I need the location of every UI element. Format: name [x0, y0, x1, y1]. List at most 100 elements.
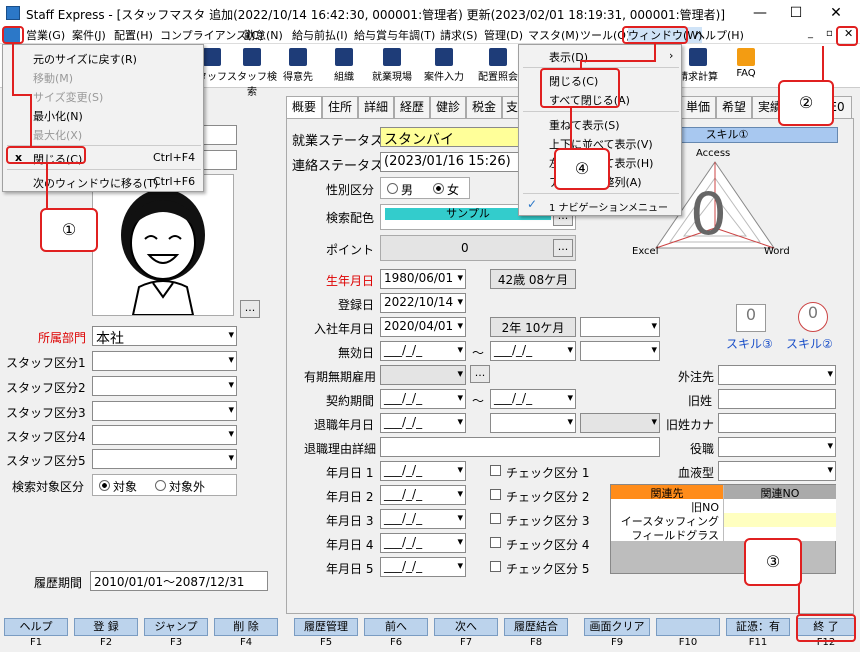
- menu-jobs[interactable]: 案件(J): [72, 27, 106, 43]
- join-extra-select[interactable]: [580, 317, 660, 337]
- menu-billing[interactable]: 請求(S): [440, 27, 478, 43]
- invalid-to-field[interactable]: ___/_/_: [490, 341, 576, 361]
- dept-select[interactable]: 本社: [92, 326, 237, 346]
- menu-master[interactable]: マスタ(M): [528, 27, 579, 43]
- check2-checkbox[interactable]: [490, 489, 501, 500]
- fkey-jump-button[interactable]: ジャンプ: [144, 618, 208, 636]
- staff-kbn1-select[interactable]: [92, 351, 237, 371]
- retire-date-field[interactable]: ___/_/_: [380, 413, 466, 433]
- birth-field[interactable]: 1980/06/01: [380, 269, 466, 289]
- staff-kbn3-select[interactable]: [92, 401, 237, 421]
- fkey-delete-button[interactable]: 削 除: [214, 618, 278, 636]
- skill2-mini-chart[interactable]: 0: [798, 302, 828, 332]
- contract-to-field[interactable]: ___/_/_: [490, 389, 576, 409]
- skill3-mini-chart[interactable]: 0: [736, 304, 766, 332]
- fkey-merge-button[interactable]: 履歴結合: [504, 618, 568, 636]
- related-header-no: 関連NO: [724, 485, 836, 500]
- retire-reason-select[interactable]: [490, 413, 576, 433]
- tab-detail[interactable]: 詳細: [358, 96, 394, 118]
- date3-field[interactable]: ___/_/_: [380, 509, 466, 529]
- toolbar-faq-button[interactable]: FAQ: [720, 46, 772, 86]
- tab-rate[interactable]: 単価: [680, 96, 716, 118]
- old-name-field[interactable]: [718, 389, 836, 409]
- tab-wish[interactable]: 希望: [716, 96, 752, 118]
- mdi-restore-icon[interactable]: ▫: [826, 28, 833, 39]
- related-row-old-value[interactable]: [724, 499, 836, 513]
- sysmenu-next-window[interactable]: 次のウィンドウに移る(T): [33, 175, 158, 191]
- toolbar-org-button[interactable]: 組織: [318, 46, 370, 86]
- toolbar-site-button[interactable]: 就業現場: [366, 46, 418, 86]
- menu-attendance[interactable]: 勤怠(N): [244, 27, 283, 43]
- fkey-prev-button[interactable]: 前へ: [364, 618, 428, 636]
- fkey-next-button[interactable]: 次へ: [434, 618, 498, 636]
- retire-reason-field[interactable]: [380, 437, 660, 457]
- old-kana-field[interactable]: [718, 413, 836, 433]
- fkey-help-button[interactable]: ヘルプ: [4, 618, 68, 636]
- fkey-history-button[interactable]: 履歴管理: [294, 618, 358, 636]
- toolbar-job-entry-button[interactable]: 案件入力: [418, 46, 470, 86]
- gender-male-radio[interactable]: [387, 183, 398, 194]
- staff-kbn4-select[interactable]: [92, 425, 237, 445]
- invalid-from-field[interactable]: ___/_/_: [380, 341, 466, 361]
- sysmenu-restore[interactable]: 元のサイズに戻す(R): [33, 51, 137, 67]
- search-off-radio[interactable]: [155, 480, 166, 491]
- date1-field[interactable]: ___/_/_: [380, 461, 466, 481]
- check3-label: チェック区分 3: [506, 514, 590, 528]
- menu-sales[interactable]: 営業(G): [26, 27, 65, 43]
- related-row-estaffing-value[interactable]: [724, 513, 836, 527]
- menu-placement[interactable]: 配置(H): [114, 27, 153, 43]
- retire-extra-select[interactable]: [580, 413, 660, 433]
- winmenu-display[interactable]: 表示(D): [549, 49, 588, 65]
- role-select[interactable]: [718, 437, 836, 457]
- contract-from-field[interactable]: ___/_/_: [380, 389, 466, 409]
- fixed-term-select[interactable]: [380, 365, 466, 385]
- menu-admin[interactable]: 管理(D): [484, 27, 523, 43]
- toolbar-client-button[interactable]: 得意先: [272, 46, 324, 86]
- fkey-register-button[interactable]: 登 録: [74, 618, 138, 636]
- reg-field[interactable]: 2022/10/14: [380, 293, 466, 313]
- fkey-f10-button[interactable]: [656, 618, 720, 636]
- check5-checkbox[interactable]: [490, 561, 501, 572]
- skill3-label[interactable]: スキル③: [726, 335, 773, 352]
- invalid-extra-select[interactable]: [580, 341, 660, 361]
- tab-tax[interactable]: 税金: [466, 96, 502, 118]
- minimize-button[interactable]: —: [740, 0, 780, 26]
- winmenu-nav-menu[interactable]: 1 ナビゲーションメニュー: [549, 199, 668, 214]
- staff-kbn2-select[interactable]: [92, 376, 237, 396]
- fkey-clear-button[interactable]: 画面クリア: [584, 618, 650, 636]
- tab-address[interactable]: 住所: [322, 96, 358, 118]
- menu-payroll[interactable]: 給与賞与年調(T): [354, 27, 435, 43]
- date2-field[interactable]: ___/_/_: [380, 485, 466, 505]
- tab-overview[interactable]: 概要: [286, 96, 322, 118]
- winmenu-cascade[interactable]: 重ねて表示(S): [549, 117, 620, 133]
- point-detail-button[interactable]: ...: [553, 239, 573, 257]
- menu-help[interactable]: ヘルプ(H): [694, 27, 744, 43]
- gender-female-radio[interactable]: [433, 183, 444, 194]
- join-field[interactable]: 2020/04/01: [380, 317, 466, 337]
- fkey-evidence-button[interactable]: 証憑：有: [726, 618, 790, 636]
- fixed-term-button[interactable]: ...: [470, 365, 490, 383]
- check3-checkbox[interactable]: [490, 513, 501, 524]
- sysmenu-minimize[interactable]: 最小化(N): [33, 108, 83, 124]
- skill-axis-excel: Excel: [632, 246, 659, 257]
- period-field[interactable]: 2010/01/01～2087/12/31: [90, 571, 268, 591]
- close-button[interactable]: ✕: [816, 0, 856, 26]
- staff-kbn5-select[interactable]: [92, 449, 237, 469]
- check1-checkbox[interactable]: [490, 465, 501, 476]
- check4-checkbox[interactable]: [490, 537, 501, 548]
- skill2-label[interactable]: スキル②: [786, 335, 833, 352]
- date4-field[interactable]: ___/_/_: [380, 533, 466, 553]
- date5-field[interactable]: ___/_/_: [380, 557, 466, 577]
- mdi-minimize-icon[interactable]: _: [808, 28, 813, 39]
- maximize-button[interactable]: ☐: [776, 0, 816, 26]
- photo-select-button[interactable]: ...: [240, 300, 260, 318]
- toolbar-staff-search-button[interactable]: スタッフ検索: [226, 46, 278, 98]
- outsource-select[interactable]: [718, 365, 836, 385]
- menu-advance[interactable]: 給与前払(I): [292, 27, 348, 43]
- tab-career[interactable]: 経歴: [394, 96, 430, 118]
- tab-health[interactable]: 健診: [430, 96, 466, 118]
- search-on-radio[interactable]: [99, 480, 110, 491]
- toolbar-placement-button[interactable]: 配置照会: [472, 46, 524, 86]
- toolbar-label: 請求計算: [678, 72, 718, 83]
- blood-select[interactable]: [718, 461, 836, 481]
